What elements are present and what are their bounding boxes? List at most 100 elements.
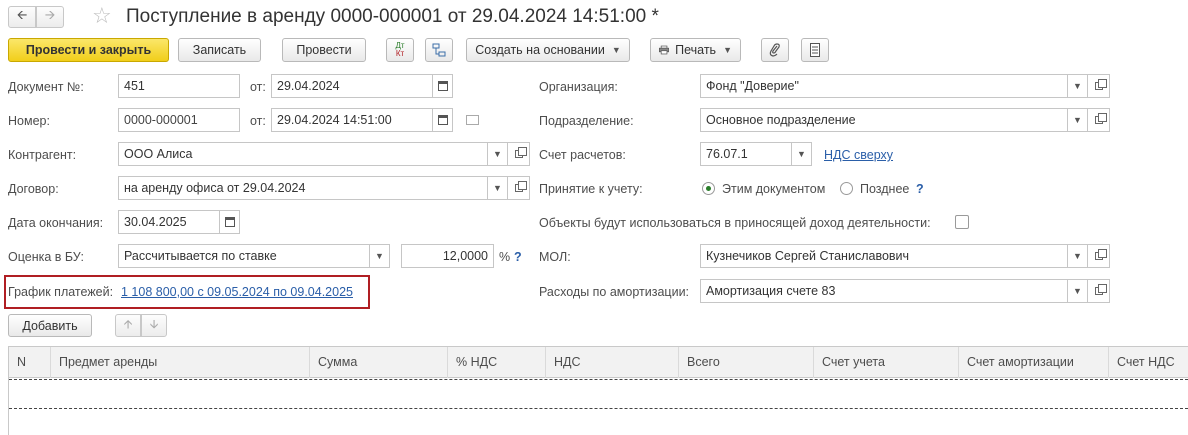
calendar-button[interactable] xyxy=(432,74,453,98)
comment-icon[interactable] xyxy=(466,115,479,125)
number-from-label: от: xyxy=(250,114,266,128)
mol-open-button[interactable] xyxy=(1088,244,1110,268)
account-label: Счет расчетов: xyxy=(539,148,626,162)
assessment-field[interactable]: Рассчитывается по ставке xyxy=(118,244,370,268)
department-field[interactable]: Основное подразделение xyxy=(700,108,1068,132)
mol-dropdown[interactable]: ▼ xyxy=(1067,244,1088,268)
chevron-down-icon: ▼ xyxy=(493,149,502,159)
column-header-vat[interactable]: НДС xyxy=(546,347,679,378)
chevron-down-icon: ▼ xyxy=(1073,286,1082,296)
column-header-total[interactable]: Всего xyxy=(679,347,814,378)
contract-field[interactable]: на аренду офиса от 29.04.2024 xyxy=(118,176,489,200)
rate-help-icon[interactable]: ? xyxy=(514,249,522,265)
items-table[interactable]: N Предмет аренды Сумма % НДС НДС Всего С… xyxy=(8,346,1188,435)
calendar-icon xyxy=(437,81,448,91)
arrow-down-icon: 🡫 xyxy=(149,317,159,331)
doc-date-field[interactable]: 29.04.2024 xyxy=(271,74,433,98)
structure-icon xyxy=(432,43,446,57)
printer-icon xyxy=(659,45,670,55)
move-down-button[interactable]: 🡫 xyxy=(141,314,167,337)
print-button[interactable]: Печать ▼ xyxy=(650,38,741,62)
save-button[interactable]: Записать xyxy=(178,38,261,62)
contractor-open-button[interactable] xyxy=(508,142,530,166)
calendar-button[interactable] xyxy=(219,210,240,234)
acceptance-radio-this-document[interactable] xyxy=(702,182,715,195)
vat-link[interactable]: НДС сверху xyxy=(824,147,893,163)
organization-label: Организация: xyxy=(539,80,618,94)
kt-label: Кт xyxy=(395,49,405,58)
organization-field[interactable]: Фонд "Доверие" xyxy=(700,74,1068,98)
number-label: Номер: xyxy=(8,114,50,128)
mol-field[interactable]: Кузнечиков Сергей Станиславович xyxy=(700,244,1068,268)
table-header: N Предмет аренды Сумма % НДС НДС Всего С… xyxy=(9,347,1188,378)
table-row[interactable] xyxy=(9,379,1188,409)
end-date-field[interactable]: 30.04.2025 xyxy=(118,210,220,234)
chevron-down-icon: ▼ xyxy=(1073,115,1082,125)
organization-open-button[interactable] xyxy=(1088,74,1110,98)
acceptance-label: Принятие к учету: xyxy=(539,182,643,196)
amortization-open-button[interactable] xyxy=(1088,279,1110,303)
structure-button[interactable] xyxy=(425,38,453,62)
assessment-dropdown[interactable]: ▼ xyxy=(369,244,390,268)
open-icon xyxy=(1094,113,1107,124)
contract-open-button[interactable] xyxy=(508,176,530,200)
open-icon xyxy=(1094,79,1107,90)
contract-dropdown[interactable]: ▼ xyxy=(487,176,508,200)
column-header-n[interactable]: N xyxy=(9,347,51,378)
attach-button[interactable] xyxy=(761,38,789,62)
arrow-left-icon: 🡨 xyxy=(16,7,28,22)
amortization-field[interactable]: Амортизация счете 83 xyxy=(700,279,1068,303)
doc-number-field[interactable]: 451 xyxy=(118,74,240,98)
account-dropdown[interactable]: ▼ xyxy=(791,142,812,166)
column-header-amortization-account[interactable]: Счет амортизации xyxy=(959,347,1109,378)
contractor-field[interactable]: ООО Алиса xyxy=(118,142,489,166)
acceptance-help-icon[interactable]: ? xyxy=(916,181,924,197)
document-list-button[interactable] xyxy=(801,38,829,62)
calendar-icon xyxy=(224,217,235,227)
end-date-label: Дата окончания: xyxy=(8,216,104,230)
acceptance-option2-label: Позднее xyxy=(860,182,910,196)
contractor-dropdown[interactable]: ▼ xyxy=(487,142,508,166)
income-checkbox[interactable] xyxy=(955,215,969,229)
forward-button[interactable]: 🡪 xyxy=(36,6,64,28)
amortization-label: Расходы по амортизации: xyxy=(539,285,690,299)
column-header-subject[interactable]: Предмет аренды xyxy=(51,347,310,378)
add-row-button[interactable]: Добавить xyxy=(8,314,92,337)
acceptance-option1-label: Этим документом xyxy=(722,182,826,196)
department-dropdown[interactable]: ▼ xyxy=(1067,108,1088,132)
number-date-field[interactable]: 29.04.2024 14:51:00 xyxy=(271,108,433,132)
chevron-down-icon: ▼ xyxy=(723,45,732,55)
from-label: от: xyxy=(250,80,266,94)
mol-label: МОЛ: xyxy=(539,250,571,264)
post-button[interactable]: Провести xyxy=(282,38,366,62)
number-field[interactable]: 0000-000001 xyxy=(118,108,240,132)
back-button[interactable]: 🡨 xyxy=(8,6,36,28)
dtkt-button[interactable]: Дт Кт xyxy=(386,38,414,62)
rate-field[interactable]: 12,0000 xyxy=(401,244,494,268)
create-based-on-button[interactable]: Создать на основании ▼ xyxy=(466,38,630,62)
rate-unit: % xyxy=(499,250,511,264)
chevron-down-icon: ▼ xyxy=(493,183,502,193)
amortization-dropdown[interactable]: ▼ xyxy=(1067,279,1088,303)
column-header-vat-rate[interactable]: % НДС xyxy=(448,347,546,378)
chevron-down-icon: ▼ xyxy=(375,251,384,261)
star-icon[interactable]: ☆ xyxy=(92,4,112,28)
department-open-button[interactable] xyxy=(1088,108,1110,132)
arrow-right-icon: 🡪 xyxy=(44,7,56,22)
chevron-down-icon: ▼ xyxy=(797,149,806,159)
income-label: Объекты будут использоваться в приносяще… xyxy=(539,216,931,230)
acceptance-radio-later[interactable] xyxy=(840,182,853,195)
open-icon xyxy=(514,147,527,158)
post-and-close-button[interactable]: Провести и закрыть xyxy=(8,38,169,62)
open-icon xyxy=(1094,249,1107,260)
print-label: Печать xyxy=(675,43,717,57)
move-up-button[interactable]: 🡩 xyxy=(115,314,141,337)
create-based-on-label: Создать на основании xyxy=(475,43,605,57)
column-header-vat-account[interactable]: Счет НДС xyxy=(1109,347,1188,378)
column-header-sum[interactable]: Сумма xyxy=(310,347,448,378)
column-header-account[interactable]: Счет учета xyxy=(814,347,959,378)
organization-dropdown[interactable]: ▼ xyxy=(1067,74,1088,98)
calendar-button[interactable] xyxy=(432,108,453,132)
account-field[interactable]: 76.07.1 xyxy=(700,142,792,166)
document-list-icon xyxy=(810,43,820,57)
